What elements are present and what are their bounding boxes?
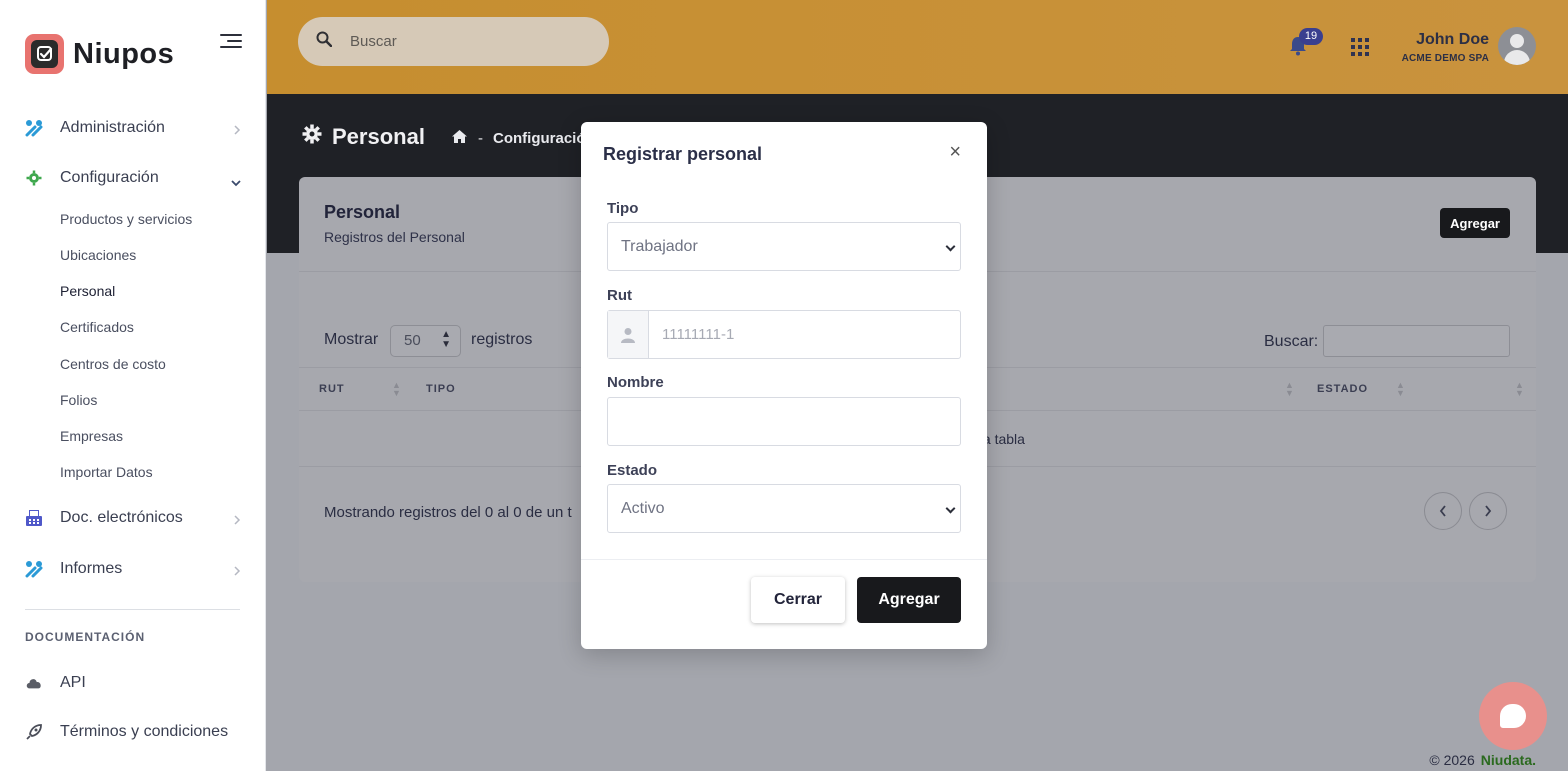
page-length-label: Mostrar <box>324 331 379 348</box>
chevron-right-icon <box>233 563 241 581</box>
sort-icon[interactable]: ▲ ▼ <box>392 381 401 398</box>
sidebar: Niupos Administración Configuración Prod… <box>0 0 266 771</box>
sidebar-item-label: Informes <box>60 560 123 577</box>
page-length-select[interactable]: 50 ▲ ▼ <box>390 325 461 357</box>
sidebar-item-configuracion[interactable]: Configuración <box>25 165 245 191</box>
sort-arrows-icon: ▲ ▼ <box>441 329 451 350</box>
chevron-down-icon <box>231 174 241 192</box>
page-title-text: Personal <box>332 124 425 149</box>
sidebar-item-label: Doc. electrónicos <box>60 509 183 526</box>
sidebar-subitem-centros-costo[interactable]: Centros de costo <box>60 356 166 372</box>
sidebar-subitem-productos[interactable]: Productos y servicios <box>60 211 192 227</box>
global-search[interactable] <box>298 17 609 66</box>
sort-icon[interactable]: ▲ ▼ <box>1515 381 1524 398</box>
sidebar-section-title: DOCUMENTACIÓN <box>25 630 146 644</box>
logo[interactable]: Niupos <box>25 34 174 74</box>
footer-company-link[interactable]: Niudata. <box>1481 752 1536 768</box>
nombre-label: Nombre <box>607 374 664 391</box>
estado-label: Estado <box>607 462 658 479</box>
estado-select[interactable]: Activo <box>607 484 961 533</box>
prev-page-button[interactable] <box>1424 492 1462 530</box>
chevron-left-icon <box>1439 505 1446 517</box>
sidebar-item-informes[interactable]: Informes <box>25 556 245 582</box>
sidebar-subitem-personal[interactable]: Personal <box>60 283 115 299</box>
sidebar-item-doc-electronicos[interactable]: Doc. electrónicos <box>25 505 245 531</box>
user-name[interactable]: John Doe <box>1416 31 1489 49</box>
home-icon[interactable] <box>451 129 468 148</box>
rut-label: Rut <box>607 287 632 304</box>
chevron-right-icon <box>233 122 241 140</box>
apps-grid-icon[interactable] <box>1351 38 1369 56</box>
sidebar-subitem-ubicaciones[interactable]: Ubicaciones <box>60 247 136 263</box>
breadcrumb: - Configuració <box>451 129 586 148</box>
column-header-tipo[interactable]: TIPO <box>426 383 456 395</box>
rut-input[interactable] <box>650 311 958 358</box>
column-header-rut[interactable]: RUT <box>319 383 345 395</box>
table-info: Mostrando registros del 0 al 0 de un t <box>324 504 572 521</box>
chat-icon <box>1500 704 1526 728</box>
sidebar-subitem-certificados[interactable]: Certificados <box>60 319 134 335</box>
avatar[interactable] <box>1498 27 1536 65</box>
card-title: Personal <box>324 202 401 222</box>
table-search-label: Buscar: <box>1264 333 1319 350</box>
user-icon <box>608 311 649 358</box>
sidebar-subitem-importar[interactable]: Importar Datos <box>60 464 153 480</box>
rut-input-group <box>607 310 961 359</box>
cloud-icon <box>25 674 43 692</box>
brand-name: Niupos <box>73 37 175 70</box>
rocket-icon <box>25 723 43 741</box>
sidebar-subitem-folios[interactable]: Folios <box>60 392 97 408</box>
register-staff-modal: Registrar personal × Tipo Trabajador Rut… <box>581 122 987 649</box>
modal-footer-divider <box>581 559 987 560</box>
user-company: ACME DEMO SPA <box>1401 53 1489 64</box>
breadcrumb-item[interactable]: Configuració <box>493 130 586 147</box>
sidebar-item-label: Administración <box>60 119 165 136</box>
sidebar-item-terminos[interactable]: Términos y condiciones <box>25 719 245 745</box>
tools-icon <box>25 119 43 137</box>
sidebar-item-label: API <box>60 674 86 691</box>
table-search-input[interactable] <box>1323 325 1510 357</box>
page-length-suffix: registros <box>471 331 533 348</box>
topbar: 19 John Doe ACME DEMO SPA <box>267 0 1568 94</box>
tipo-label: Tipo <box>607 200 639 217</box>
tipo-select[interactable]: Trabajador <box>607 222 961 271</box>
sidebar-item-label: Términos y condiciones <box>60 723 229 740</box>
add-button[interactable]: Agregar <box>1440 208 1510 238</box>
gear-icon <box>302 124 322 150</box>
search-icon <box>316 31 333 52</box>
cancel-button[interactable]: Cerrar <box>751 577 845 623</box>
card-subtitle: Registros del Personal <box>324 229 465 245</box>
next-page-button[interactable] <box>1469 492 1507 530</box>
chevron-right-icon <box>1485 505 1492 517</box>
sidebar-item-api[interactable]: API <box>25 670 245 696</box>
chevron-down-icon <box>945 503 956 514</box>
sort-icon[interactable]: ▲ ▼ <box>1285 381 1294 398</box>
modal-title: Registrar personal <box>603 144 763 164</box>
sort-icon[interactable]: ▲ ▼ <box>1396 381 1405 398</box>
fax-icon <box>25 509 43 527</box>
nombre-input[interactable] <box>607 397 961 446</box>
submit-button[interactable]: Agregar <box>857 577 961 623</box>
notification-badge: 19 <box>1299 28 1323 45</box>
menu-toggle-icon[interactable] <box>220 34 242 50</box>
global-search-input[interactable] <box>350 33 590 50</box>
chevron-right-icon <box>233 512 241 530</box>
sidebar-subitem-empresas[interactable]: Empresas <box>60 428 123 444</box>
footer: © 2026 Niudata. <box>1429 752 1536 768</box>
chevron-down-icon <box>945 241 956 252</box>
sidebar-item-administracion[interactable]: Administración <box>25 115 245 141</box>
tools-icon <box>25 560 43 578</box>
sidebar-divider <box>25 609 240 610</box>
chat-button[interactable] <box>1479 682 1547 750</box>
page-title: Personal <box>302 124 425 150</box>
column-header-estado[interactable]: ESTADO <box>1317 383 1368 395</box>
close-icon[interactable]: × <box>949 142 961 162</box>
gear-icon <box>25 169 43 187</box>
logo-icon <box>25 34 64 74</box>
sidebar-item-label: Configuración <box>60 169 159 186</box>
